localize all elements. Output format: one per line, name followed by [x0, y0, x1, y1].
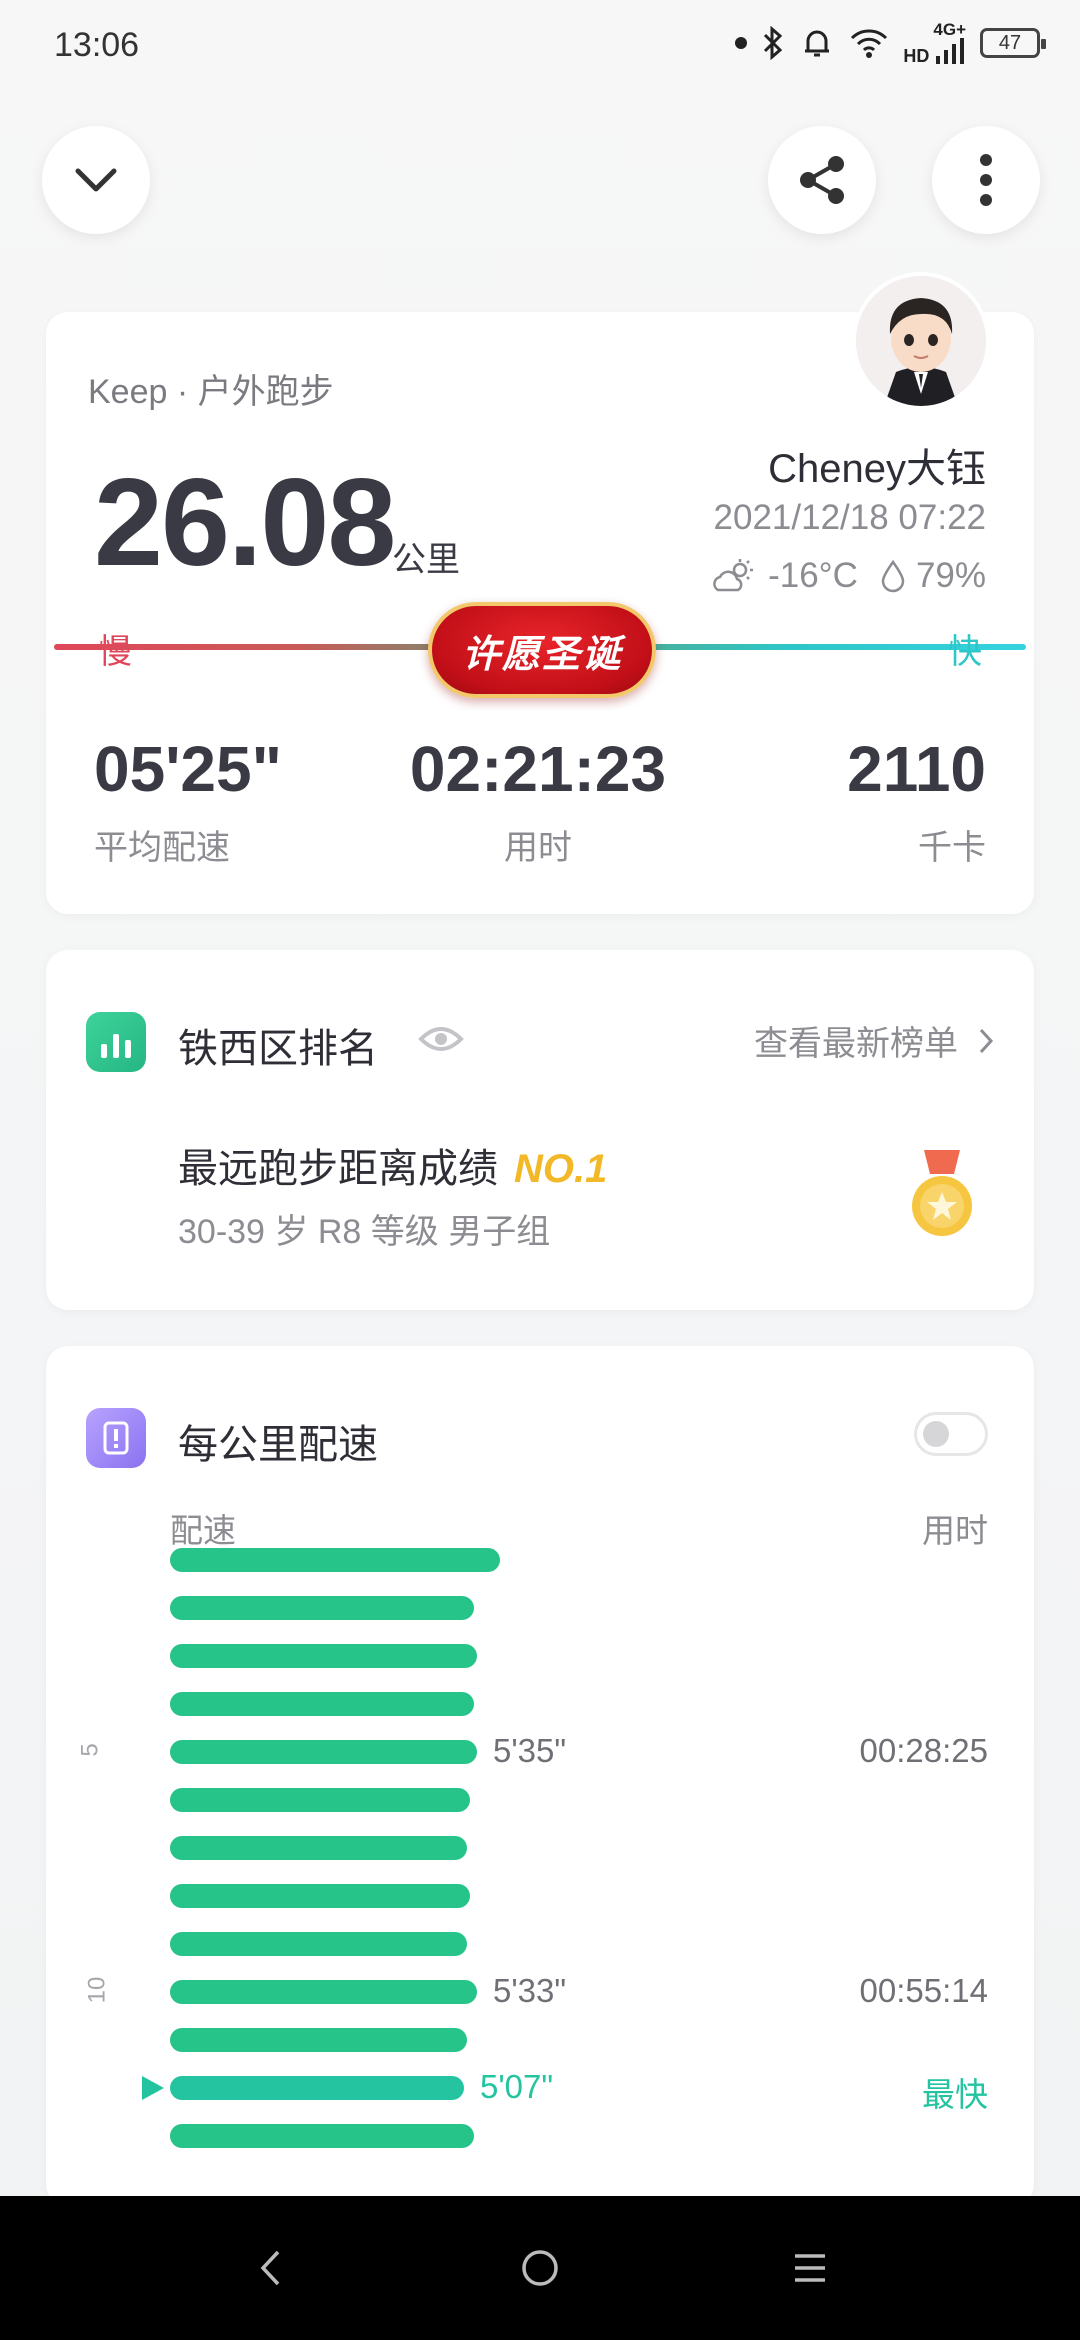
- gold-medal-icon: [912, 1150, 972, 1236]
- ranking-achievement-text: 最远跑步距离成绩: [178, 1147, 498, 1191]
- pace-per-km-card: 每公里配速 配速 用时 5'35" 00:28:25 5'33" 00:55:14 5'…: [46, 1346, 1034, 2206]
- status-time: 13:06: [54, 26, 140, 64]
- menu-lines-icon: [795, 2254, 825, 2282]
- avatar-cartoon-icon: [856, 276, 986, 406]
- ranking-achievement: 最远跑步距离成绩 NO.1: [178, 1136, 607, 1194]
- pace-bar: [170, 1644, 477, 1668]
- pace-bar-value: 5'33": [493, 1972, 567, 2009]
- notification-dot-icon: [735, 37, 748, 49]
- calories-stat: 2110 千卡: [847, 732, 986, 869]
- ranking-group: 30-39 岁 R8 等级 男子组: [178, 1213, 551, 1251]
- battery-level: 47: [998, 32, 1022, 54]
- pace-title: 每公里配速: [178, 1423, 378, 1467]
- pace-bar: [170, 2124, 474, 2148]
- user-name[interactable]: Cheney大钰: [768, 436, 986, 494]
- pace-column-header: 配速: [170, 1512, 236, 1549]
- ranking-position: NO.1: [514, 1147, 608, 1191]
- avg-pace-label: 平均配速: [94, 829, 230, 867]
- share-button[interactable]: [768, 126, 876, 234]
- christmas-wish-badge[interactable]: 许愿圣诞: [428, 602, 656, 698]
- home-circle-icon: [522, 2250, 558, 2286]
- battery-icon: 47: [980, 28, 1046, 58]
- km-marker: 5: [76, 1743, 104, 1757]
- pace-bar: [170, 1836, 467, 1860]
- pace-bar: [170, 1740, 477, 1764]
- nav-back-button[interactable]: [240, 2238, 300, 2298]
- calories-value: 2110: [847, 733, 986, 805]
- district-ranking-card: 铁西区排名 查看最新榜单 最远跑步距离成绩 NO.1 30-39 岁 R8 等级 …: [46, 950, 1034, 1310]
- wifi-icon: [851, 29, 888, 58]
- more-vertical-icon: [980, 154, 992, 206]
- calories-label: 千卡: [918, 829, 986, 867]
- pace-bar: [170, 1548, 500, 1572]
- pace-bar: [170, 1596, 474, 1620]
- humidity-drop-icon: [881, 559, 905, 593]
- collapse-button[interactable]: [42, 126, 150, 234]
- distance-value: 26.08: [94, 454, 396, 592]
- back-arrow-icon: [260, 2250, 280, 2286]
- pace-view-toggle[interactable]: [914, 1412, 988, 1456]
- status-icons: HD 4G+ 47: [735, 20, 1046, 66]
- distance-unit: 公里: [392, 541, 460, 579]
- bell-icon: [805, 30, 830, 57]
- split-time: 00:55:14: [859, 1972, 988, 2009]
- pace-bar: [170, 2028, 467, 2052]
- km-marker: 10: [83, 1976, 111, 2004]
- pace-bar: [170, 1788, 470, 1812]
- ranking-chart-icon: [86, 1012, 146, 1072]
- chevron-right-icon: [979, 1028, 994, 1053]
- slow-label: 慢: [98, 633, 132, 671]
- time-column-header: 用时: [922, 1512, 988, 1549]
- avg-pace-value: 05'25": [94, 733, 282, 805]
- view-latest-leaderboard-link[interactable]: 查看最新榜单: [754, 1016, 994, 1065]
- pace-bar-value: 5'07": [480, 2068, 554, 2105]
- more-button[interactable]: [932, 126, 1040, 234]
- chevron-down-icon: [75, 168, 117, 192]
- ranking-title: 铁西区排名: [178, 1027, 378, 1071]
- duration-stat: 02:21:23 用时: [378, 732, 698, 869]
- duration-label: 用时: [504, 829, 572, 867]
- fastest-arrow-icon: [142, 2076, 164, 2100]
- split-time: 00:28:25: [859, 1732, 988, 1769]
- partly-cloudy-icon: [713, 559, 754, 592]
- share-icon: [800, 156, 844, 204]
- status-bar: 13:06 HD 4G+ 47: [0, 0, 1080, 90]
- leaderboard-link-label: 查看最新榜单: [754, 1025, 958, 1063]
- pace-bar: [170, 1884, 470, 1908]
- system-navigation-bar: [0, 2196, 1080, 2340]
- app-source-label: Keep · 户外跑步: [88, 373, 334, 411]
- avatar[interactable]: [852, 272, 990, 410]
- run-summary-card: Keep · 户外跑步 26.08 公里 Cheney大钰 2021/12/18…: [46, 272, 1034, 914]
- nav-home-button[interactable]: [510, 2238, 570, 2298]
- fast-label: 快: [948, 633, 982, 671]
- network-type: HD 4G+: [903, 20, 966, 66]
- bluetooth-icon: [764, 26, 783, 60]
- network-label: 4G+: [933, 20, 966, 39]
- temperature: -16°C: [768, 556, 858, 595]
- weather-info: -16°C 79%: [710, 556, 986, 596]
- pace-bar: [170, 1692, 474, 1716]
- avg-pace-stat: 05'25" 平均配速: [94, 732, 282, 869]
- pace-icon: [86, 1408, 146, 1468]
- pace-bar-fastest: [170, 2076, 464, 2100]
- humidity: 79%: [915, 556, 986, 595]
- eye-icon[interactable]: [418, 1024, 464, 1054]
- pace-bar: [170, 1980, 477, 2004]
- pace-exclamation-icon: [103, 1421, 129, 1455]
- hd-label: HD: [903, 46, 930, 66]
- pace-bar-value: 5'35": [493, 1732, 567, 1769]
- duration-value: 02:21:23: [409, 733, 667, 805]
- nav-recents-button[interactable]: [780, 2238, 840, 2298]
- pace-bar: [170, 1932, 467, 1956]
- fastest-label: 最快: [922, 2076, 988, 2113]
- run-datetime: 2021/12/18 07:22: [713, 498, 986, 537]
- signal-icon: [935, 38, 964, 64]
